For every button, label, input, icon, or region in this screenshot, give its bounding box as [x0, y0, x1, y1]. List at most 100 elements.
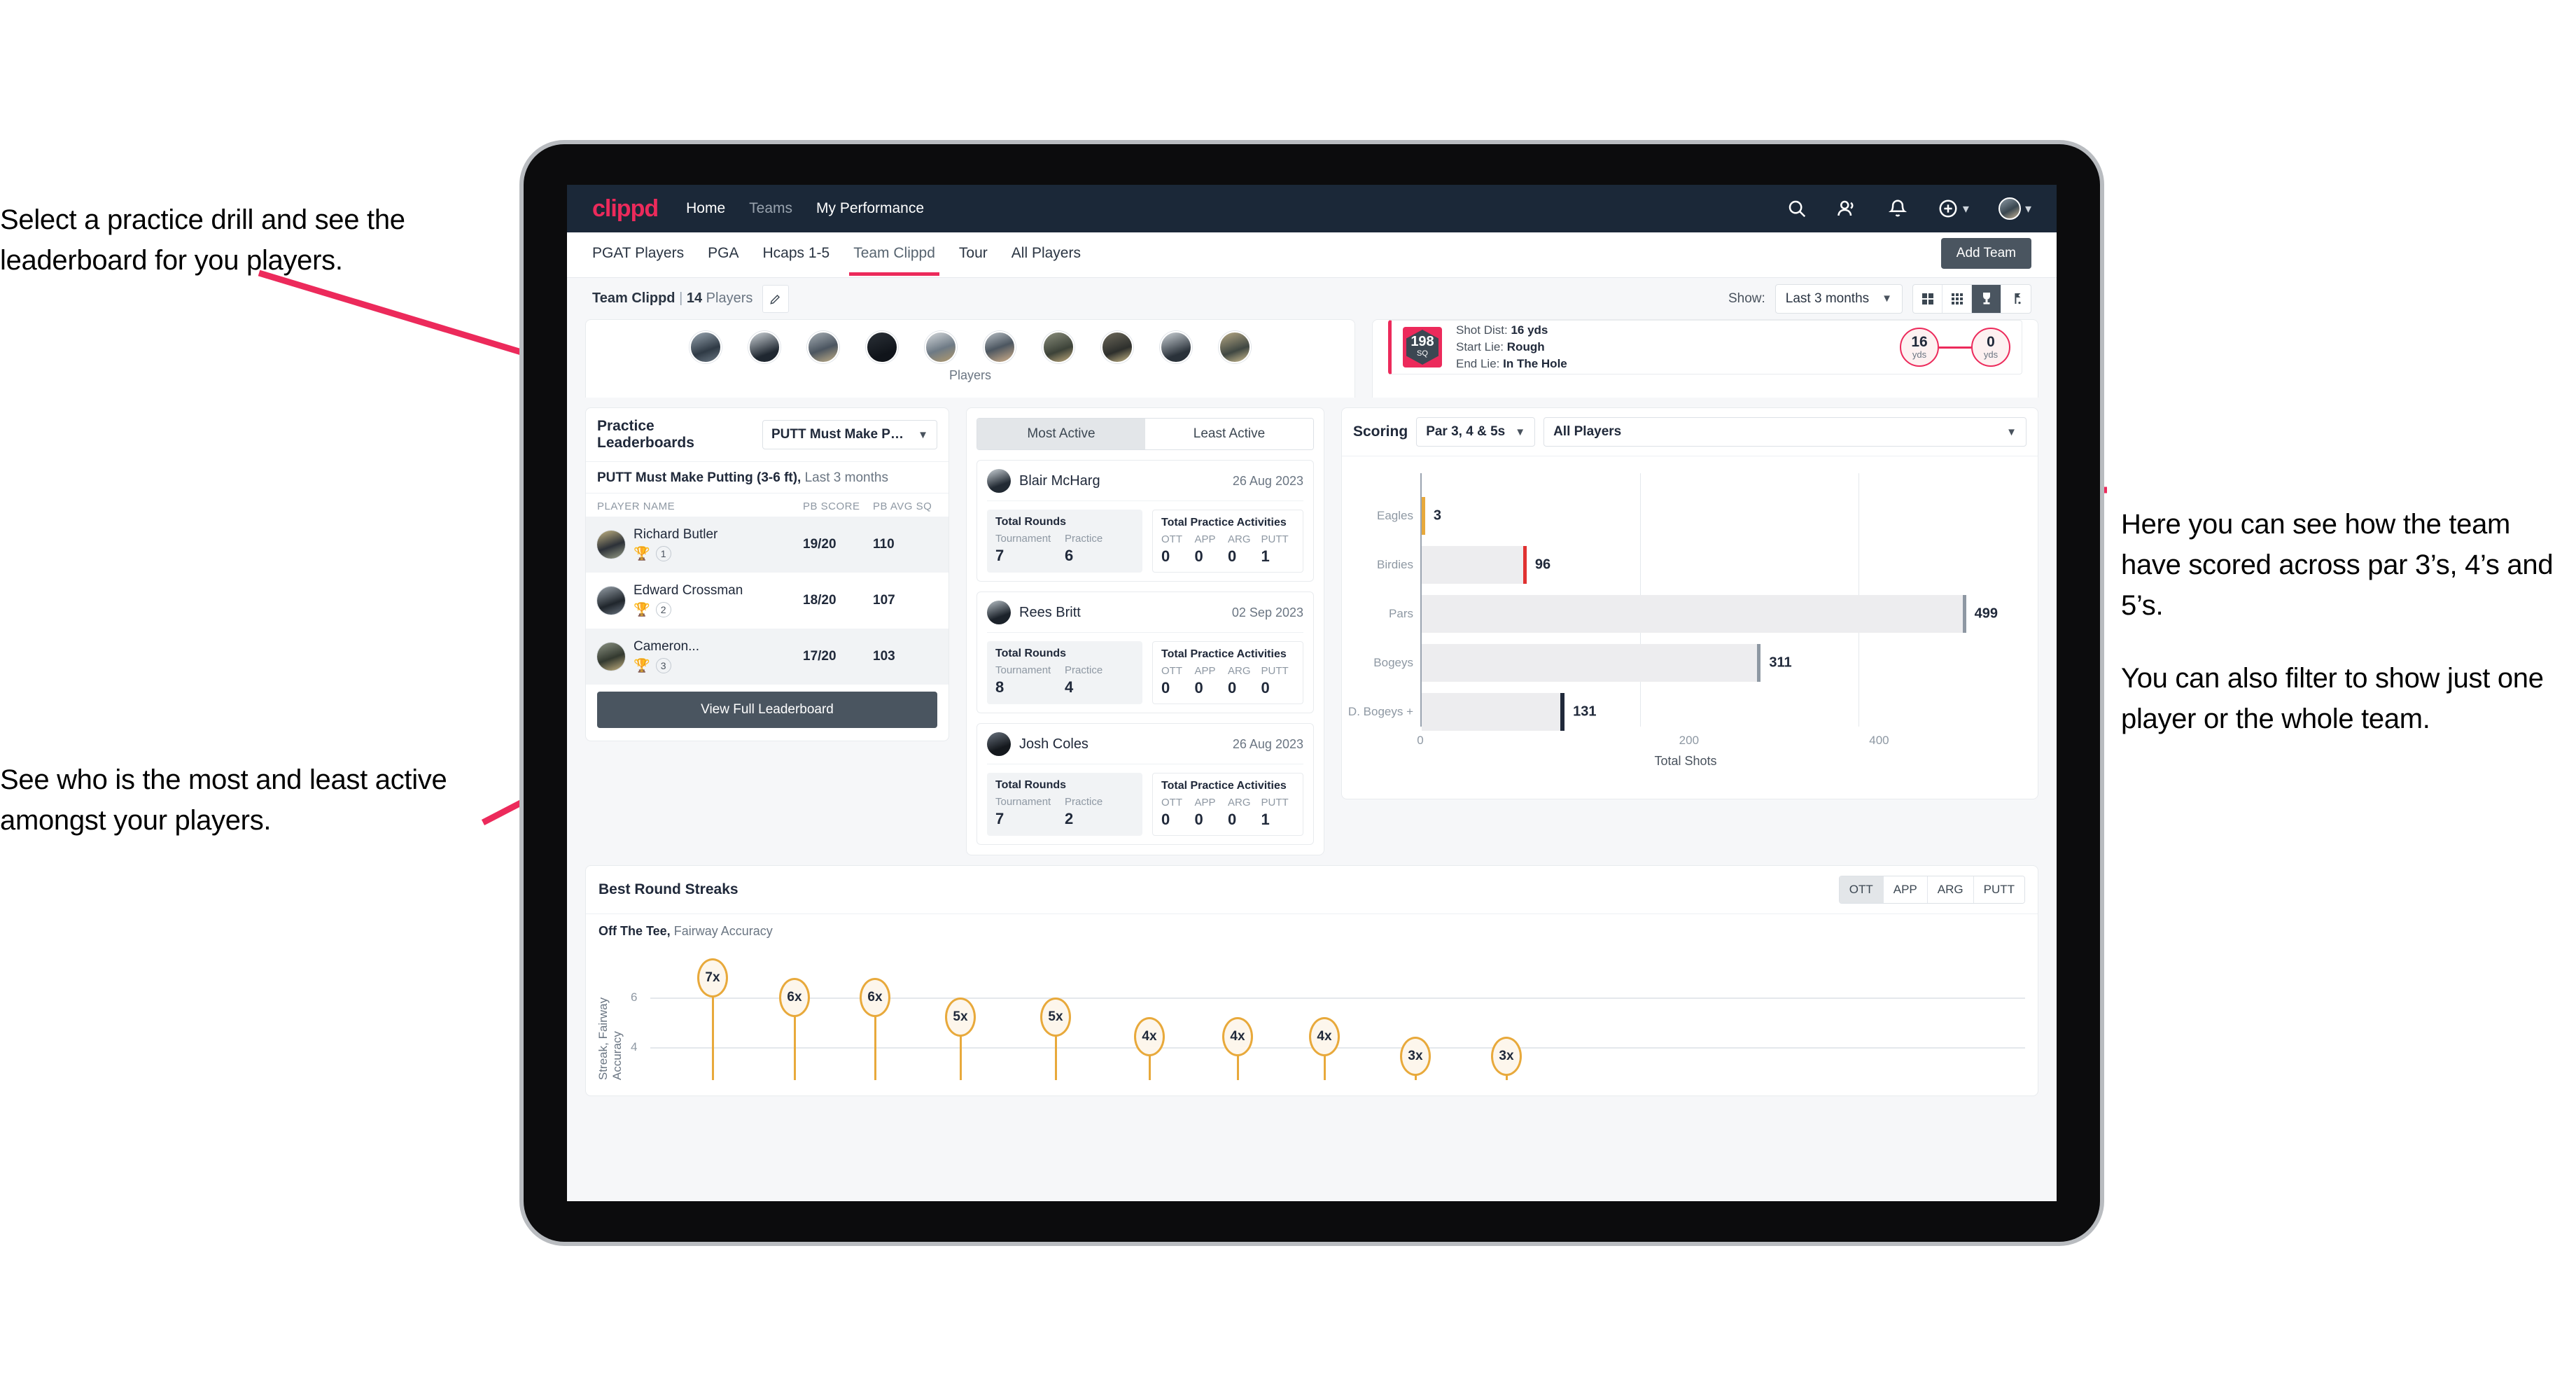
- bell-icon[interactable]: [1887, 198, 1908, 219]
- streak-bubble[interactable]: 7x: [697, 958, 728, 997]
- drill-select[interactable]: PUTT Must Make Putting ... ▼: [762, 420, 937, 449]
- streak-bubble[interactable]: 6x: [860, 978, 890, 1017]
- bar-value-dbogeys: 131: [1573, 704, 1597, 720]
- view-grid-small-button[interactable]: [1942, 284, 1972, 313]
- streaks-tab-app[interactable]: APP: [1883, 876, 1928, 903]
- rank-badge: 3: [655, 658, 671, 673]
- start-lie-line: Start Lie: Rough: [1456, 339, 1567, 356]
- team-title: Team Clippd | 14 Players: [592, 290, 752, 307]
- streak-bubble[interactable]: 6x: [779, 978, 810, 1017]
- list-item[interactable]: Blair McHarg 26 Aug 2023 Total Rounds To…: [976, 460, 1314, 582]
- list-item[interactable]: Rees Britt 02 Sep 2023 Total Rounds Tour…: [976, 592, 1314, 713]
- scoring-card: Scoring Par 3, 4 & 5s ▼ All Players ▼ Ea…: [1341, 407, 2038, 799]
- view-grid-large-button[interactable]: [1913, 284, 1942, 313]
- table-row[interactable]: Richard Butler 🏆 1 19/20 110: [586, 517, 948, 573]
- profile-menu[interactable]: ▾: [1998, 197, 2031, 220]
- add-menu[interactable]: ▾: [1938, 198, 1969, 219]
- streaks-tab-putt[interactable]: PUTT: [1973, 876, 2024, 903]
- streak-bubble[interactable]: 5x: [945, 997, 976, 1037]
- streak-bubble[interactable]: 4x: [1134, 1017, 1165, 1056]
- bar-cap-eagles: [1421, 497, 1425, 535]
- avatar[interactable]: [925, 331, 957, 363]
- streaks-tab-arg[interactable]: ARG: [1927, 876, 1974, 903]
- avatar[interactable]: [1160, 331, 1192, 363]
- people-icon[interactable]: [1837, 198, 1858, 219]
- tab-hcaps-1-5[interactable]: Hcaps 1-5: [762, 245, 830, 265]
- avatar[interactable]: [1101, 331, 1133, 363]
- streaks-plot-area: 7x 6x 6x 5x 5x 4x 4x 4x 3x 3x: [650, 947, 2025, 1080]
- column-player-name: PLAYER NAME: [597, 500, 676, 512]
- streaks-category-switch: OTT APP ARG PUTT: [1838, 876, 2025, 904]
- leaderboard-drill-name: PUTT Must Make Putting (3-6 ft),: [597, 470, 802, 485]
- middle-row: Practice Leaderboards PUTT Must Make Put…: [585, 407, 2038, 855]
- plus-circle-icon[interactable]: [1938, 198, 1959, 219]
- practice-activities-block: Total Practice Activities OTT 0 APP 0 AR…: [1152, 510, 1303, 573]
- tab-team-clippd[interactable]: Team Clippd: [849, 245, 939, 276]
- streak-bubble[interactable]: 5x: [1040, 997, 1071, 1037]
- tab-pgat-players[interactable]: PGAT Players: [592, 245, 684, 265]
- top-navbar: clippd Home Teams My Performance ▾ ▾: [567, 185, 2057, 232]
- nav-link-my-performance[interactable]: My Performance: [816, 200, 924, 217]
- tournament-value: 8: [995, 678, 1004, 696]
- view-full-leaderboard-button[interactable]: View Full Leaderboard: [597, 692, 937, 728]
- view-trophy-button[interactable]: [1972, 284, 2001, 313]
- table-row[interactable]: Cameron... 🏆 3 17/20 103: [586, 629, 948, 685]
- pb-score: 19/20: [803, 537, 836, 552]
- avatar[interactable]: [807, 331, 839, 363]
- nav-link-teams[interactable]: Teams: [749, 200, 792, 217]
- tab-tour[interactable]: Tour: [959, 245, 988, 265]
- player-filter-select[interactable]: All Players ▼: [1544, 417, 2026, 447]
- avatar[interactable]: [866, 331, 898, 363]
- tournament-value: 7: [995, 810, 1004, 827]
- avatar[interactable]: [1042, 331, 1074, 363]
- putt-label: PUTT: [1261, 665, 1289, 677]
- avatar[interactable]: [690, 331, 722, 363]
- nav-link-home[interactable]: Home: [686, 200, 725, 217]
- avatar[interactable]: [983, 331, 1016, 363]
- tab-most-active[interactable]: Most Active: [977, 419, 1145, 449]
- streak-bubble[interactable]: 3x: [1491, 1037, 1522, 1076]
- annotation-most-least-active: See who is the most and least active amo…: [0, 764, 447, 836]
- date-range-select[interactable]: Last 3 months ▼: [1774, 284, 1903, 314]
- search-icon[interactable]: [1786, 198, 1807, 219]
- practice-value: 4: [1065, 678, 1074, 696]
- tab-least-active[interactable]: Least Active: [1145, 419, 1313, 449]
- avatar[interactable]: [1219, 331, 1251, 363]
- tab-pga[interactable]: PGA: [708, 245, 738, 265]
- view-flag-button[interactable]: [2001, 285, 2031, 313]
- annotation-practice-drill: Select a practice drill and see the lead…: [0, 204, 405, 276]
- gridline-4: [650, 1047, 2025, 1049]
- putt-value: 0: [1261, 679, 1270, 696]
- practice-value: 6: [1065, 547, 1074, 564]
- dashboard-content: Players 198 SQ Shot Dist: 16 yds Start L…: [567, 319, 2057, 1142]
- streak-bubble[interactable]: 4x: [1222, 1017, 1253, 1056]
- tab-all-players[interactable]: All Players: [1011, 245, 1081, 265]
- top-row: Players 198 SQ Shot Dist: 16 yds Start L…: [585, 319, 2038, 398]
- putt-label: PUTT: [1261, 533, 1289, 545]
- avatar[interactable]: [1998, 197, 2021, 220]
- streaks-tab-ott[interactable]: OTT: [1839, 876, 1884, 903]
- table-row[interactable]: Edward Crossman 🏆 2 18/20 107: [586, 573, 948, 629]
- trophy-icon: 🏆: [634, 603, 650, 617]
- list-item[interactable]: Josh Coles 26 Aug 2023 Total Rounds Tour…: [976, 723, 1314, 845]
- edit-team-button[interactable]: [762, 284, 790, 313]
- streaks-metric-name: Fairway Accuracy: [673, 924, 773, 938]
- add-team-button[interactable]: Add Team: [1940, 238, 2031, 269]
- avatar[interactable]: [748, 331, 780, 363]
- total-rounds-block: Total Rounds Tournament 7 Practice 2: [987, 773, 1142, 836]
- practice-leaderboards-card: Practice Leaderboards PUTT Must Make Put…: [585, 407, 949, 741]
- start-distance-badge: 16 yds: [1900, 328, 1939, 367]
- arg-label: ARG: [1228, 533, 1251, 545]
- streak-bubble[interactable]: 4x: [1309, 1017, 1340, 1056]
- par-filter-select[interactable]: Par 3, 4 & 5s ▼: [1416, 417, 1536, 447]
- flag-icon: [2015, 293, 2021, 304]
- trophy-icon: 🏆: [634, 659, 650, 673]
- streak-bubble[interactable]: 3x: [1400, 1037, 1431, 1076]
- start-lie-key: Start Lie:: [1456, 340, 1504, 354]
- ott-value: 0: [1161, 679, 1170, 696]
- shot-detail-row[interactable]: 198 SQ Shot Dist: 16 yds Start Lie: Roug…: [1388, 320, 2022, 374]
- putt-stat: PUTT 1: [1261, 533, 1295, 566]
- putt-value: 1: [1261, 811, 1270, 828]
- clippd-logo[interactable]: clippd: [592, 195, 659, 223]
- activity-item-header: Blair McHarg 26 Aug 2023: [987, 469, 1303, 501]
